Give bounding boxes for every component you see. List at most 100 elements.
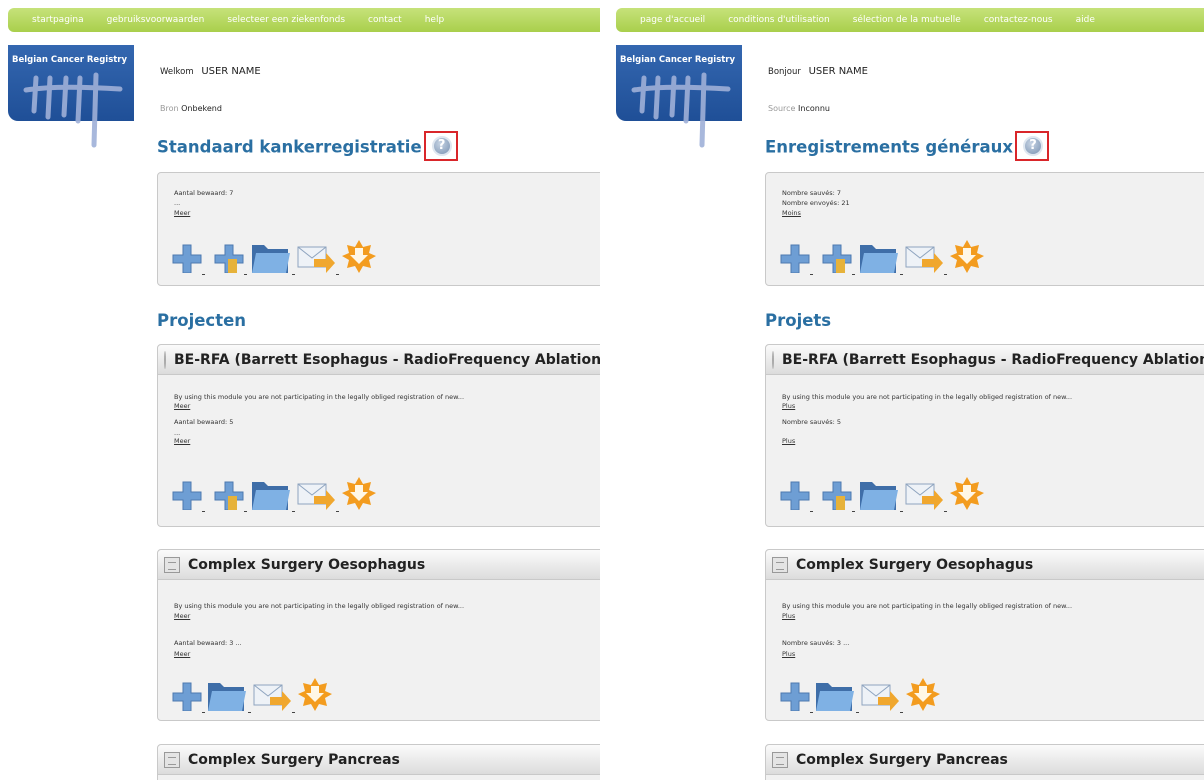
- tick-mark: [810, 511, 813, 512]
- add-import-icon[interactable]: [214, 239, 244, 273]
- project-box-oesophagus: Complex Surgery Oesophagus By using this…: [765, 549, 1204, 721]
- nav-home[interactable]: startpagina: [32, 15, 84, 25]
- add-import-icon[interactable]: [214, 476, 244, 510]
- tick-mark: [944, 511, 947, 512]
- count-more-link[interactable]: Meer: [174, 650, 190, 658]
- nav-contact[interactable]: contactez-nous: [984, 15, 1053, 25]
- tick-mark: [336, 511, 339, 512]
- project-header[interactable]: Complex Surgery Pancreas: [158, 745, 600, 775]
- standard-title-text: Standaard kankerregistratie: [157, 137, 422, 157]
- download-star-icon[interactable]: [342, 476, 376, 510]
- send-mail-icon[interactable]: [252, 677, 292, 713]
- top-navigation: startpagina gebruiksvoorwaarden selectee…: [8, 8, 600, 32]
- count-more-link[interactable]: Plus: [782, 650, 795, 658]
- send-mail-icon[interactable]: [904, 239, 944, 275]
- tick-mark: [244, 274, 247, 275]
- tick-mark: [852, 511, 855, 512]
- standard-registration-title: Standaard kankerregistratie?: [157, 131, 458, 163]
- send-mail-icon[interactable]: [904, 476, 944, 512]
- send-mail-icon[interactable]: [296, 239, 336, 275]
- download-star-icon[interactable]: [906, 677, 940, 711]
- nav-home[interactable]: page d'accueil: [640, 15, 705, 25]
- add-icon[interactable]: [172, 239, 202, 273]
- folder-icon[interactable]: [858, 239, 900, 275]
- project-header[interactable]: BE-RFA (Barrett Esophagus - RadioFrequen…: [158, 345, 600, 375]
- tick-mark: [944, 274, 947, 275]
- folder-icon[interactable]: [858, 476, 900, 512]
- welcome-line: Welkom USER NAME: [160, 66, 261, 77]
- logo: Belgian Cancer Registry: [8, 45, 134, 148]
- project-title: Complex Surgery Pancreas: [188, 751, 400, 768]
- project-header[interactable]: Complex Surgery Oesophagus: [766, 550, 1204, 580]
- standard-more-link[interactable]: Meer: [174, 209, 190, 217]
- nav-select-fund[interactable]: sélection de la mutuelle: [853, 15, 961, 25]
- nav-contact[interactable]: contact: [368, 15, 402, 25]
- description-more-link[interactable]: Plus: [782, 612, 795, 620]
- add-icon[interactable]: [780, 476, 810, 510]
- send-mail-icon[interactable]: [296, 476, 336, 512]
- tick-mark: [202, 511, 205, 512]
- add-icon[interactable]: [172, 677, 202, 711]
- tick-mark: [292, 274, 295, 275]
- logo: Belgian Cancer Registry: [616, 45, 742, 148]
- add-import-icon[interactable]: [822, 239, 852, 273]
- module-icon: [772, 556, 788, 573]
- description-more-link[interactable]: Meer: [174, 402, 190, 410]
- folder-icon[interactable]: [814, 677, 856, 713]
- nav-help[interactable]: aide: [1076, 15, 1095, 25]
- count-more-link[interactable]: Meer: [174, 437, 190, 445]
- project-title: BE-RFA (Barrett Esophagus - RadioFrequen…: [174, 351, 600, 368]
- project-header[interactable]: Complex Surgery Oesophagus: [158, 550, 600, 580]
- tick-mark: [292, 511, 295, 512]
- add-icon[interactable]: [172, 476, 202, 510]
- download-star-icon[interactable]: [342, 239, 376, 273]
- add-import-icon[interactable]: [822, 476, 852, 510]
- standard-registration-box: Nombre sauvés: 7 Nombre envoyés: 21 Moin…: [765, 172, 1204, 286]
- nav-select-fund[interactable]: selecteer een ziekenfonds: [227, 15, 345, 25]
- help-highlight[interactable]: ?: [1015, 131, 1050, 161]
- source-label: Bron: [160, 104, 179, 113]
- tick-mark: [248, 712, 251, 713]
- module-icon: [772, 751, 788, 768]
- nav-terms[interactable]: gebruiksvoorwaarden: [107, 15, 205, 25]
- tick-mark: [810, 274, 813, 275]
- project-box-be-rfa: BE-RFA (Barrett Esophagus - RadioFrequen…: [765, 344, 1204, 527]
- project-header[interactable]: Complex Surgery Pancreas: [766, 745, 1204, 775]
- project-header[interactable]: BE-RFA (Barrett Esophagus - RadioFrequen…: [766, 345, 1204, 375]
- logo-mark: [23, 72, 123, 148]
- welcome-line: Bonjour USER NAME: [768, 66, 868, 77]
- standard-registration-box: Aantal bewaard: 7 ... Meer: [157, 172, 600, 286]
- help-highlight[interactable]: ?: [423, 131, 458, 161]
- project-saved-count: Aantal bewaard: 5: [174, 418, 234, 426]
- folder-icon[interactable]: [250, 239, 292, 275]
- folder-icon[interactable]: [250, 476, 292, 512]
- project-title: BE-RFA (Barrett Esophagus - RadioFrequen…: [782, 351, 1204, 368]
- count-more-link[interactable]: Plus: [782, 437, 795, 445]
- nav-help[interactable]: help: [425, 15, 444, 25]
- tick-mark: [202, 274, 205, 275]
- standard-less-link[interactable]: Moins: [782, 209, 801, 217]
- tick-mark: [856, 712, 859, 713]
- add-icon[interactable]: [780, 239, 810, 273]
- download-star-icon[interactable]: [950, 239, 984, 273]
- tick-mark: [900, 274, 903, 275]
- send-mail-icon[interactable]: [860, 677, 900, 713]
- module-icon: [164, 751, 180, 768]
- top-navigation: page d'accueil conditions d'utilisation …: [616, 8, 1204, 32]
- download-star-icon[interactable]: [950, 476, 984, 510]
- welcome-label: Welkom: [160, 67, 194, 77]
- source-value: Inconnu: [798, 104, 830, 113]
- nav-terms[interactable]: conditions d'utilisation: [728, 15, 830, 25]
- help-icon[interactable]: ?: [1023, 136, 1044, 156]
- download-star-icon[interactable]: [298, 677, 332, 711]
- add-icon[interactable]: [780, 677, 810, 711]
- description-more-link[interactable]: Meer: [174, 612, 190, 620]
- folder-icon[interactable]: [206, 677, 248, 713]
- project-saved-count: Aantal bewaard: 3 ...: [174, 639, 242, 647]
- gear-icon: [772, 350, 774, 369]
- tick-mark: [292, 712, 295, 713]
- source-line: Source Inconnu: [768, 104, 830, 113]
- help-icon[interactable]: ?: [431, 136, 452, 156]
- description-more-link[interactable]: Plus: [782, 402, 795, 410]
- project-description: By using this module you are not partici…: [174, 393, 465, 401]
